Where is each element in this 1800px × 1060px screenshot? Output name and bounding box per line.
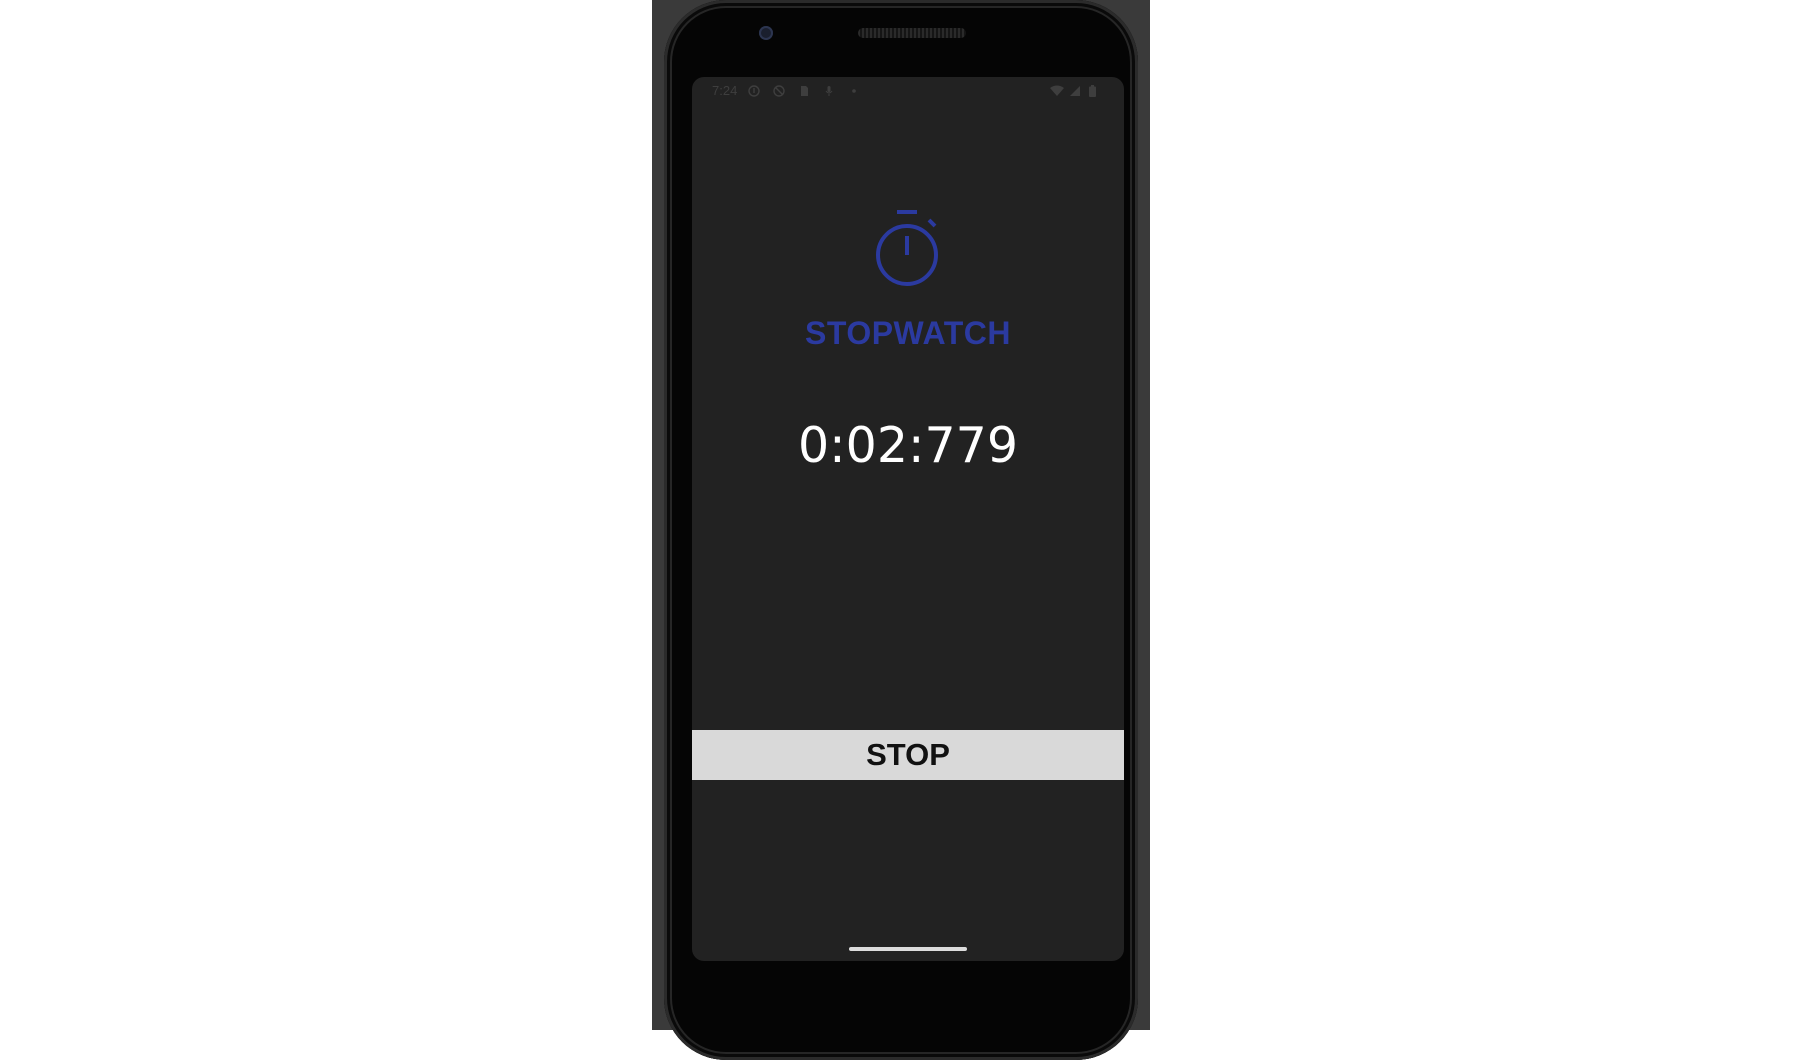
sim-card-icon bbox=[801, 86, 808, 96]
shield-icon bbox=[773, 85, 785, 97]
home-gesture-bar[interactable] bbox=[849, 947, 967, 951]
mic-icon bbox=[825, 86, 833, 96]
dot-icon bbox=[852, 89, 856, 93]
stopwatch-icon bbox=[876, 210, 938, 286]
stop-button[interactable]: STOP bbox=[692, 730, 1124, 780]
info-icon bbox=[748, 85, 760, 97]
status-bar: 7:24 bbox=[692, 77, 1124, 105]
elapsed-time-display: 0:02:779 bbox=[797, 417, 1019, 474]
earpiece-speaker bbox=[858, 28, 966, 38]
wifi-icon bbox=[1050, 85, 1064, 96]
app-title: STOPWATCH bbox=[805, 315, 1011, 351]
status-time: 7:24 bbox=[712, 83, 738, 98]
app-screen: 7:24 STOPWATCH 0:02:779 STOP bbox=[692, 77, 1124, 961]
battery-icon bbox=[1089, 85, 1096, 97]
cell-signal-icon bbox=[1070, 86, 1080, 96]
front-camera bbox=[759, 26, 773, 40]
